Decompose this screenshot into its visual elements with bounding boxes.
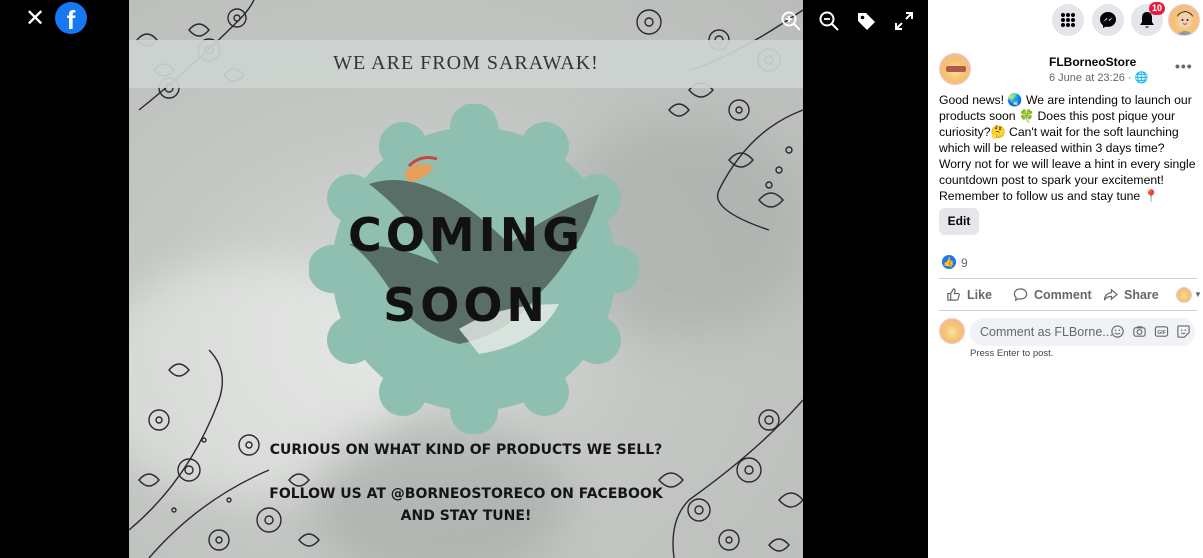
share-icon xyxy=(1103,288,1118,301)
svg-text:GIF: GIF xyxy=(1157,330,1166,336)
camera-icon[interactable] xyxy=(1132,324,1147,339)
menu-grid-icon[interactable] xyxy=(1052,4,1084,36)
notification-count-badge: 10 xyxy=(1149,2,1166,15)
close-icon[interactable]: ✕ xyxy=(22,6,48,32)
photo-caption-1: CURIOUS ON WHAT KIND OF PRODUCTS WE SELL… xyxy=(269,442,663,458)
tag-icon[interactable] xyxy=(855,10,877,32)
share-label: Share xyxy=(1124,287,1159,302)
comment-label: Comment xyxy=(1034,287,1092,302)
page-avatar[interactable] xyxy=(939,53,971,85)
commenter-avatar xyxy=(939,318,965,344)
sticker-icon[interactable] xyxy=(1176,324,1191,339)
photo-viewer: ✕ f WE ARE FROM SARAWAK! COMING SOON CUR… xyxy=(0,0,928,558)
messenger-icon[interactable] xyxy=(1092,4,1124,36)
zoom-in-icon[interactable] xyxy=(780,10,802,32)
profile-avatar[interactable] xyxy=(1168,4,1200,36)
headline-coming: COMING xyxy=(347,208,584,262)
divider xyxy=(939,278,1197,279)
more-options-icon[interactable]: ••• xyxy=(1175,58,1193,74)
page-name-link[interactable]: FLBorneoStore xyxy=(1049,55,1136,69)
fullscreen-icon[interactable] xyxy=(893,10,915,32)
zoom-out-icon[interactable] xyxy=(818,10,840,32)
thumbs-up-icon xyxy=(947,288,960,301)
post-photo: WE ARE FROM SARAWAK! COMING SOON CURIOUS… xyxy=(129,0,803,558)
comment-button[interactable]: Comment xyxy=(1013,287,1092,302)
like-button[interactable]: Like xyxy=(946,287,992,302)
facebook-logo-icon[interactable]: f xyxy=(55,2,87,34)
hornbill-badge xyxy=(309,104,639,434)
like-label: Like xyxy=(967,287,993,302)
photo-caption-2: FOLLOW US AT @BORNEOSTORECO ON FACEBOOK xyxy=(269,486,663,502)
photo-banner-text: WE ARE FROM SARAWAK! xyxy=(333,52,599,74)
emoji-icon[interactable] xyxy=(1110,324,1125,339)
press-enter-hint: Press Enter to post. xyxy=(970,348,1054,359)
share-button[interactable]: Share xyxy=(1103,287,1159,302)
divider xyxy=(939,310,1197,311)
edit-button[interactable]: Edit xyxy=(939,208,979,235)
post-as-avatar[interactable] xyxy=(1176,287,1192,303)
post-as-dropdown-icon[interactable]: ▼ xyxy=(1194,290,1202,299)
photo-caption-3: AND STAY TUNE! xyxy=(400,508,532,524)
headline-soon: SOON xyxy=(383,278,549,332)
comment-icon xyxy=(1013,288,1028,302)
like-reaction-icon: 👍 xyxy=(942,255,956,269)
gif-icon[interactable]: GIF xyxy=(1154,324,1169,339)
post-timestamp[interactable]: 6 June at 23:26 · 🌐 xyxy=(1049,71,1148,84)
post-text: Good news! 🌏 We are intending to launch … xyxy=(939,93,1196,203)
reaction-count[interactable]: 9 xyxy=(961,256,968,270)
comment-placeholder: Comment as FLBorne... xyxy=(980,325,1113,339)
